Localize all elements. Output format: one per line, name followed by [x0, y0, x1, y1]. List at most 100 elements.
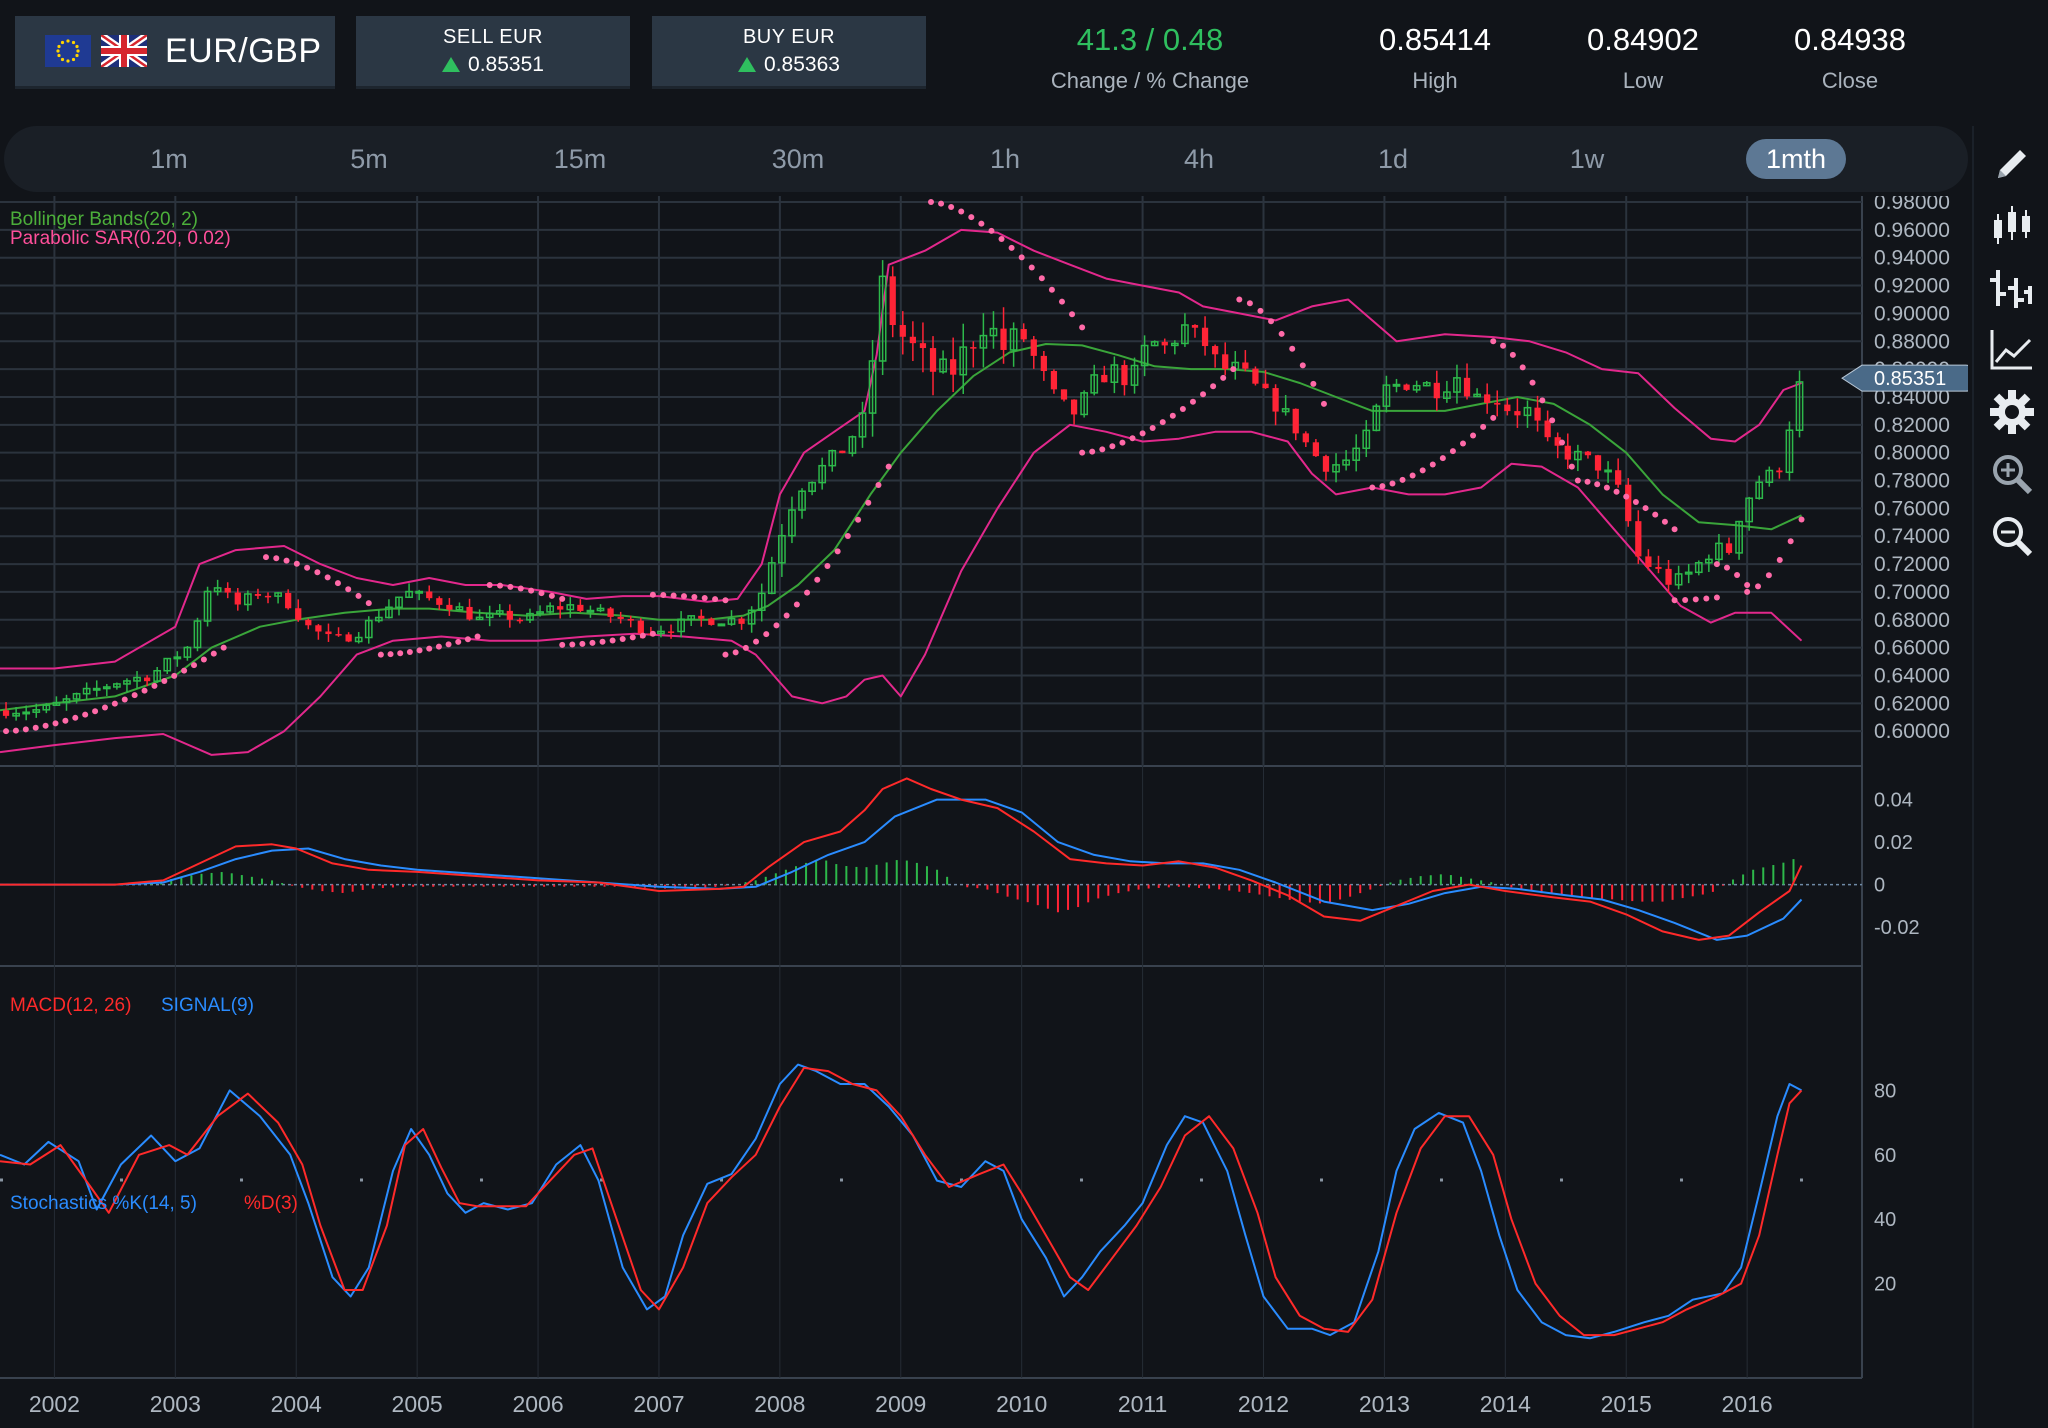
- candlestick-icon[interactable]: [1988, 202, 2036, 250]
- timeframe-4h[interactable]: 4h: [1164, 139, 1234, 179]
- timeframe-15m[interactable]: 15m: [540, 139, 620, 179]
- timeframe-1d[interactable]: 1d: [1358, 139, 1428, 179]
- candle-body: [1655, 566, 1662, 569]
- candle-body: [717, 623, 726, 627]
- candle-body: [950, 359, 957, 375]
- x-tick-label: 2011: [1118, 1391, 1167, 1417]
- y-tick-label: 0.94000: [1874, 247, 1950, 270]
- sar-dot: [1703, 595, 1710, 602]
- eu-flag-icon: [45, 35, 91, 67]
- sar-dot: [1798, 516, 1805, 523]
- sar-dot: [1744, 581, 1751, 588]
- x-tick-label: 2013: [1359, 1391, 1410, 1417]
- sar-dot: [1149, 424, 1156, 431]
- sar-dot: [1661, 518, 1668, 525]
- close-value: 0.84938: [1793, 22, 1907, 57]
- sar-dot: [1509, 351, 1516, 358]
- sar-dot: [22, 726, 29, 733]
- sar-dot: [1744, 588, 1751, 595]
- sar-dot: [1169, 412, 1176, 419]
- sar-dot: [1500, 342, 1507, 349]
- sar-dot: [1568, 463, 1575, 470]
- sar-dot: [220, 644, 227, 651]
- candle-body: [929, 348, 937, 372]
- candle-body: [143, 677, 151, 682]
- sar-dot: [283, 557, 290, 564]
- sar-dot: [834, 548, 841, 555]
- timeframe-5m[interactable]: 5m: [334, 139, 404, 179]
- y-tick-label: 0.90000: [1874, 302, 1950, 325]
- candle-body: [1322, 456, 1330, 472]
- timeframe-30m[interactable]: 30m: [756, 139, 840, 179]
- candle-body: [234, 592, 241, 605]
- sar-dot: [865, 499, 872, 506]
- sar-dot: [273, 555, 280, 562]
- y-tick-label: 0.88000: [1874, 330, 1950, 353]
- candle-body: [738, 618, 745, 624]
- candle-body: [1292, 408, 1299, 434]
- sell-button[interactable]: SELL EUR 0.85351: [356, 16, 630, 89]
- sar-dot: [1449, 448, 1456, 455]
- sar-dot: [1230, 366, 1237, 373]
- sar-dot: [191, 662, 198, 669]
- sar-dot: [293, 560, 300, 567]
- sar-dot: [1632, 499, 1639, 506]
- sar-dot: [121, 696, 128, 703]
- candle-body: [446, 604, 453, 610]
- candle-body: [224, 587, 231, 593]
- buy-button[interactable]: BUY EUR 0.85363: [652, 16, 926, 89]
- sar-dot: [445, 641, 452, 648]
- zoom-in-icon[interactable]: [1988, 450, 2036, 498]
- timeframe-1w[interactable]: 1w: [1552, 139, 1622, 179]
- sar-dot: [1671, 597, 1678, 604]
- timeframe-1h[interactable]: 1h: [970, 139, 1040, 179]
- candle-body: [1050, 371, 1058, 390]
- sar-dot: [589, 639, 596, 646]
- sar-dot: [1109, 443, 1116, 450]
- line-chart-icon[interactable]: [1988, 326, 2036, 374]
- signal-legend: SIGNAL(9): [161, 995, 254, 1016]
- sar-dot: [1379, 483, 1386, 490]
- candle-body: [285, 592, 292, 609]
- candle-body: [1514, 411, 1521, 416]
- sar-dot: [1723, 564, 1730, 571]
- sar-dot: [1129, 435, 1136, 442]
- x-tick-label: 2016: [1722, 1391, 1773, 1417]
- ohlc-bars-icon[interactable]: [1988, 264, 2036, 312]
- gear-icon[interactable]: [1988, 388, 2036, 436]
- candle-body: [466, 606, 473, 620]
- candle-body: [698, 615, 705, 619]
- sar-dot: [670, 592, 677, 599]
- sar-dot: [435, 643, 442, 650]
- sar-dot: [161, 677, 168, 684]
- sar-dot: [1320, 400, 1327, 407]
- change-label: Change / % Change: [1050, 68, 1250, 93]
- sar-dot: [1409, 472, 1416, 479]
- sar-dot: [649, 630, 656, 637]
- candle-body: [506, 610, 513, 620]
- candle-body: [1594, 455, 1602, 471]
- x-tick-label: 2012: [1238, 1391, 1289, 1417]
- sar-dot: [131, 692, 138, 699]
- sar-dot: [763, 631, 770, 638]
- instrument-selector[interactable]: EUR/GBP: [15, 16, 335, 89]
- sar-dot: [497, 582, 504, 589]
- timeframe-bar: 1m 5m 15m 30m 1h 4h 1d 1w 1mth: [4, 126, 1968, 192]
- sar-dot: [355, 592, 362, 599]
- candle-body: [1101, 374, 1108, 383]
- stoch-tick-label: 80: [1874, 1080, 1896, 1102]
- sar-dot: [538, 590, 545, 597]
- sar-dot: [649, 591, 656, 598]
- timeframe-1mth[interactable]: 1mth: [1746, 139, 1846, 179]
- pencil-icon[interactable]: [1988, 140, 2036, 188]
- x-tick-label: 2008: [754, 1391, 805, 1417]
- timeframe-1m[interactable]: 1m: [134, 139, 204, 179]
- sar-dot: [455, 638, 462, 645]
- zoom-out-icon[interactable]: [1988, 512, 2036, 560]
- price-chart[interactable]: 2002 2003 2004 2005 2006 2007 2008 2009 2010 2011…: [0, 196, 1968, 1428]
- candle-body: [516, 619, 524, 622]
- sar-dot: [1268, 318, 1275, 325]
- candle-body: [577, 604, 584, 611]
- sar-dot: [1776, 556, 1783, 563]
- sar-dot: [1755, 583, 1762, 590]
